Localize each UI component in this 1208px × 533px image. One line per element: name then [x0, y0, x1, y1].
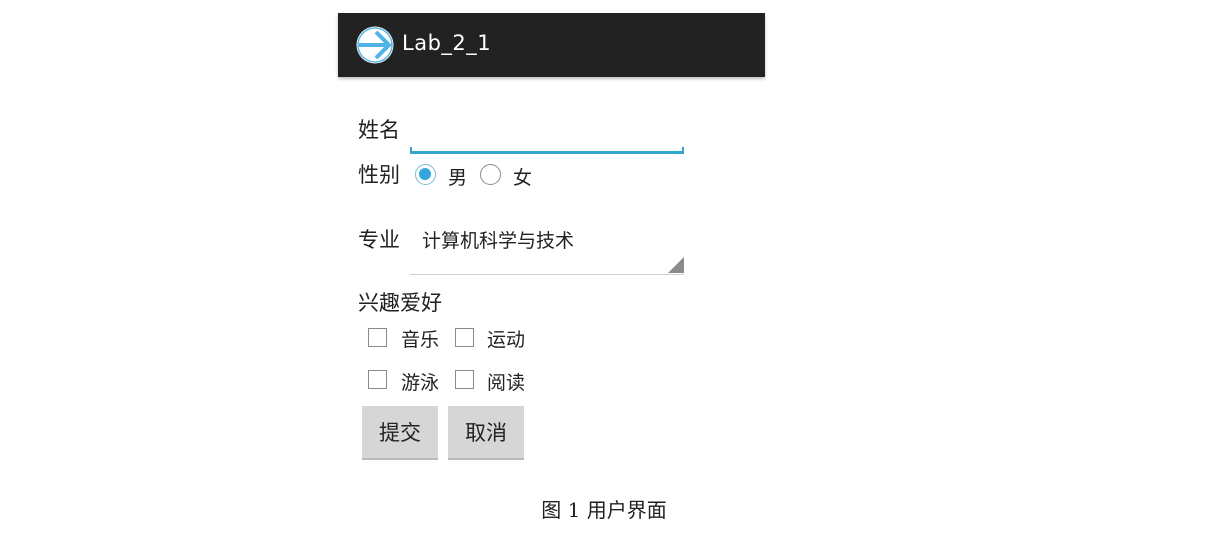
hobby-sports-label: 运动 [487, 329, 526, 351]
hobby-reading-label: 阅读 [487, 372, 526, 394]
hobby-music-label: 音乐 [401, 329, 440, 351]
gender-female-radio[interactable] [480, 164, 501, 185]
submit-button[interactable]: 提交 [362, 406, 438, 460]
hobby-reading-checkbox[interactable] [455, 370, 474, 389]
hobby-sports-checkbox[interactable] [455, 328, 474, 347]
major-selected-value: 计算机科学与技术 [422, 230, 575, 252]
hobby-swimming-label: 游泳 [401, 372, 440, 394]
hobby-music-checkbox[interactable] [368, 328, 387, 347]
gender-male-label: 男 [448, 167, 468, 189]
gender-male-radio[interactable] [415, 164, 436, 185]
app-window: Lab_2_1 姓名 性别 男 女 专业 计算机科学与技术 兴趣爱好 音乐 运动… [338, 13, 765, 475]
major-spinner[interactable]: 计算机科学与技术 [410, 220, 684, 275]
arrow-right-circle-icon [356, 26, 394, 64]
cancel-button[interactable]: 取消 [448, 406, 524, 460]
gender-label: 性别 [358, 163, 400, 187]
name-label: 姓名 [358, 118, 400, 142]
figure-caption: 图 1 用户界面 [541, 498, 667, 522]
hobbies-label: 兴趣爱好 [358, 291, 442, 315]
app-title: Lab_2_1 [402, 31, 492, 55]
action-bar: Lab_2_1 [338, 13, 765, 77]
gender-female-label: 女 [513, 167, 533, 189]
major-label: 专业 [358, 228, 400, 252]
name-input[interactable] [410, 121, 684, 154]
dropdown-triangle-icon [668, 257, 684, 273]
hobby-swimming-checkbox[interactable] [368, 370, 387, 389]
